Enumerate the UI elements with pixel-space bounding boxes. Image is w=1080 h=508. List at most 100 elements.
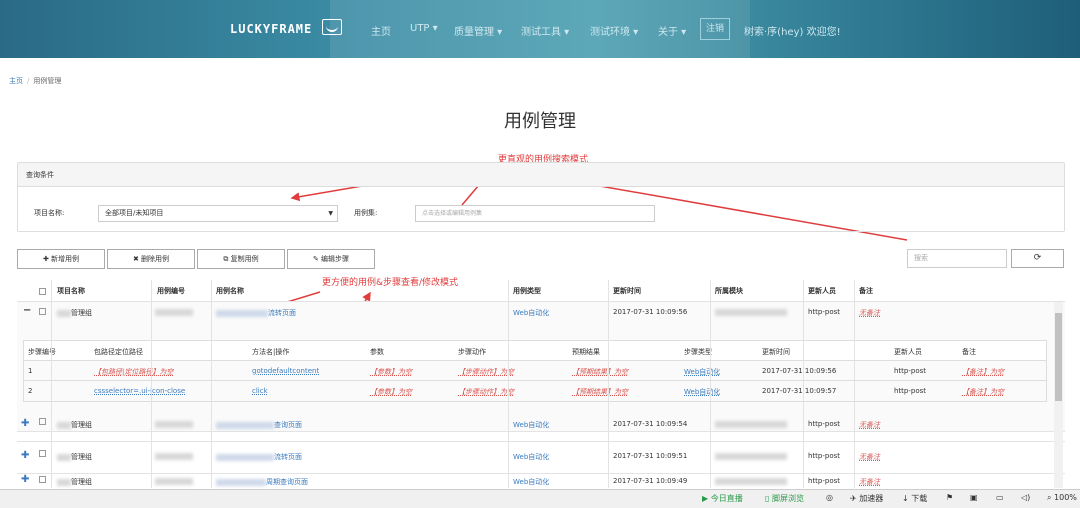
row-checkbox[interactable] xyxy=(39,418,46,425)
table-row[interactable]: ✚ 管理组 流转页面 Web自动化 2017-07-31 10:09:51 ht… xyxy=(17,442,1065,474)
nav-about[interactable]: 关于 ▾ xyxy=(658,23,686,38)
live-button[interactable]: ▶ 今日直播 xyxy=(702,493,743,504)
delete-case-button[interactable]: ✖ 删除用例 xyxy=(107,249,195,269)
step-col-path: 包路径定位路径 xyxy=(94,348,143,356)
step-col-action: 步骤动作 xyxy=(458,348,486,356)
blurred-module xyxy=(715,420,787,428)
row-remark[interactable]: 无备注 xyxy=(859,420,880,430)
col-module: 所属模块 xyxy=(715,287,743,295)
row-case-type[interactable]: Web自动化 xyxy=(513,308,549,318)
copy-case-button[interactable]: ⧉ 复制用例 xyxy=(197,249,285,269)
dual-screen-button[interactable]: ▯ 脚屏浏览 xyxy=(765,493,804,504)
step-col-time: 更新时间 xyxy=(762,348,790,356)
step-path[interactable]: cssselector=.ui-icon-close xyxy=(94,387,185,395)
step-remark[interactable]: 【备注】为空 xyxy=(962,367,1004,377)
flag-icon[interactable]: ⚑ xyxy=(946,493,953,502)
expand-icon[interactable]: ✚ xyxy=(21,450,29,461)
step-row[interactable]: 2 cssselector=.ui-icon-close click 【参数】为… xyxy=(24,381,1046,401)
add-case-button[interactable]: ✚ 新增用例 xyxy=(17,249,105,269)
expand-icon[interactable]: ✚ xyxy=(21,474,29,485)
logo-text[interactable]: LUCKYFRAME xyxy=(230,22,312,36)
copy-icon: ⧉ xyxy=(223,255,229,263)
sound-icon[interactable]: ◁) xyxy=(1021,493,1030,502)
table-row[interactable]: ✚ 管理组 周期查询页面 Web自动化 2017-07-31 10:09:49 … xyxy=(17,474,1065,488)
blurred-module xyxy=(715,308,787,316)
breadcrumb: 主页 / 用例管理 xyxy=(9,76,61,86)
step-path[interactable]: 【包路径|定位路径】为空 xyxy=(94,367,173,377)
step-method[interactable]: gotodefaultcontent xyxy=(252,367,319,375)
caseset-input[interactable]: 点击选择或编辑用例集 xyxy=(415,205,655,222)
expand-icon[interactable]: ✚ xyxy=(21,418,29,429)
row-remark[interactable]: 无备注 xyxy=(859,452,880,462)
nav-utp[interactable]: UTP ▾ xyxy=(410,23,438,34)
logout-button[interactable]: 注销 xyxy=(700,18,730,40)
project-select[interactable]: 全部项目/未知项目 ▼ xyxy=(98,205,338,222)
step-row[interactable]: 1 【包路径|定位路径】为空 gotodefaultcontent 【参数】为空… xyxy=(24,361,1046,381)
row-case-type[interactable]: Web自动化 xyxy=(513,420,549,430)
step-time: 2017-07-31 10:09:56 xyxy=(762,367,837,375)
row-case-name[interactable]: 流转页面 xyxy=(216,308,296,318)
step-param[interactable]: 【参数】为空 xyxy=(370,387,412,397)
step-action[interactable]: 【步骤动作】为空 xyxy=(458,387,514,397)
page-title: 用例管理 xyxy=(504,111,576,132)
row-case-name[interactable]: 查询页面 xyxy=(216,420,302,430)
nav-tools[interactable]: 测试工具 ▾ xyxy=(521,23,569,38)
row-checkbox[interactable] xyxy=(39,450,46,457)
row-case-type[interactable]: Web自动化 xyxy=(513,477,549,487)
column-divider xyxy=(854,280,855,488)
globe-icon[interactable]: ◎ xyxy=(826,493,833,502)
table-row[interactable]: ✚ 管理组 查询页面 Web自动化 2017-07-31 10:09:54 ht… xyxy=(17,410,1065,442)
row-module xyxy=(715,308,787,316)
row-checkbox[interactable] xyxy=(39,476,46,483)
step-col-method: 方法名|操作 xyxy=(252,348,290,356)
row-remark[interactable]: 无备注 xyxy=(859,308,880,318)
phone-icon: ▯ xyxy=(765,494,770,503)
nav-quality[interactable]: 质量管理 ▾ xyxy=(454,23,502,38)
zoom-icon: ⌕ xyxy=(1047,493,1052,502)
scrollbar-thumb[interactable] xyxy=(1055,313,1062,401)
query-panel: 查询条件 项目名称: 全部项目/未知项目 ▼ 用例集: 点击选择或编辑用例集 xyxy=(17,162,1065,232)
step-expected[interactable]: 【预期结果】为空 xyxy=(572,387,628,397)
window-icon[interactable]: ▭ xyxy=(996,493,1004,502)
step-remark[interactable]: 【备注】为空 xyxy=(962,387,1004,397)
step-method[interactable]: click xyxy=(252,387,268,395)
row-remark[interactable]: 无备注 xyxy=(859,477,880,487)
select-all-checkbox[interactable] xyxy=(39,288,46,295)
zoom-control[interactable]: ⌕ 100% xyxy=(1047,493,1077,503)
step-expected[interactable]: 【预期结果】为空 xyxy=(572,367,628,377)
plus-icon: ✚ xyxy=(42,255,49,263)
row-project: 管理组 xyxy=(57,452,92,462)
step-user: http-post xyxy=(894,387,927,395)
row-case-id xyxy=(155,477,193,485)
row-checkbox[interactable] xyxy=(39,308,46,315)
screenshot-icon[interactable]: ▣ xyxy=(970,493,978,502)
edit-steps-label: 编辑步骤 xyxy=(321,255,350,263)
blurred-prefix xyxy=(57,453,71,461)
row-case-name[interactable]: 流转页面 xyxy=(216,452,302,462)
nav-tools-label: 测试工具 xyxy=(521,27,561,38)
nav-env[interactable]: 测试环境 ▾ xyxy=(590,23,638,38)
accelerator-label: 加速器 xyxy=(859,494,884,503)
download-label: 下载 xyxy=(911,494,928,503)
step-action[interactable]: 【步骤动作】为空 xyxy=(458,367,514,377)
download-button[interactable]: ↓ 下载 xyxy=(902,493,927,504)
step-param[interactable]: 【参数】为空 xyxy=(370,367,412,377)
row-case-name[interactable]: 周期查询页面 xyxy=(216,477,308,487)
live-label: 今日直播 xyxy=(710,494,743,503)
caseset-label: 用例集: xyxy=(354,209,378,217)
step-user: http-post xyxy=(894,367,927,375)
column-divider xyxy=(803,280,804,488)
breadcrumb-home[interactable]: 主页 xyxy=(9,77,23,85)
nav-home[interactable]: 主页 xyxy=(371,23,391,38)
edit-steps-button[interactable]: ✎ 编辑步骤 xyxy=(287,249,375,269)
accelerator-button[interactable]: ✈ 加速器 xyxy=(850,493,883,504)
step-type[interactable]: Web自动化 xyxy=(684,387,720,397)
refresh-button[interactable]: ⟳ xyxy=(1011,249,1064,268)
step-type[interactable]: Web自动化 xyxy=(684,367,720,377)
row-updater: http-post xyxy=(808,420,841,428)
search-input[interactable]: 搜索 xyxy=(907,249,1007,268)
row-case-id xyxy=(155,452,193,460)
collapse-icon[interactable]: − xyxy=(23,305,31,316)
row-case-type[interactable]: Web自动化 xyxy=(513,452,549,462)
row-case-name-text: 查询页面 xyxy=(274,421,302,429)
